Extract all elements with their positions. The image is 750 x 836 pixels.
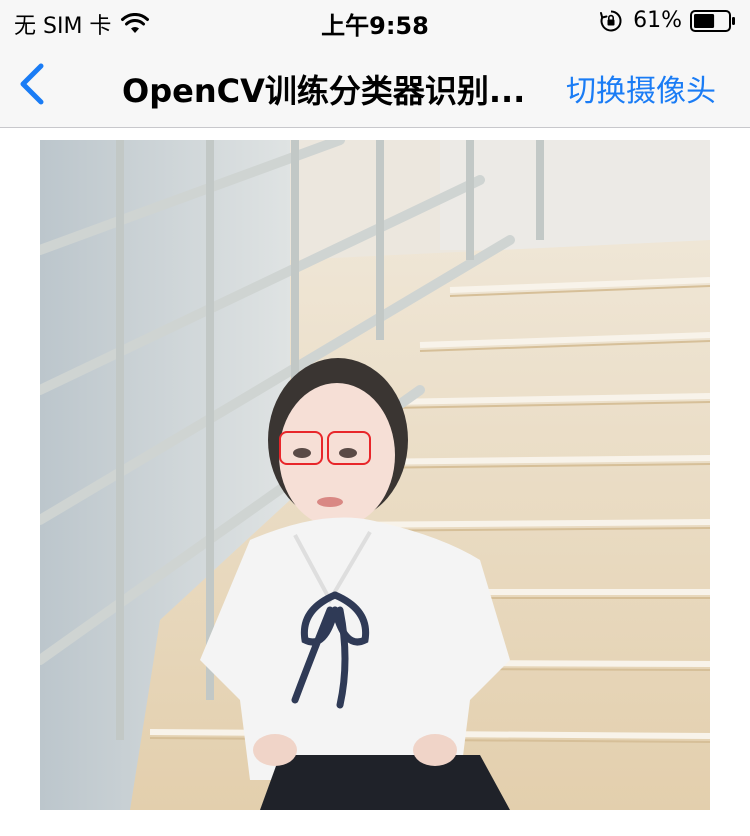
status-bar: 无 SIM 卡 上午9:58 61% [0, 0, 750, 40]
page-title: OpenCV训练分类器识别... [122, 72, 526, 110]
battery-icon [690, 9, 736, 32]
status-right: 61% [599, 8, 736, 33]
detection-image [40, 140, 710, 810]
battery-percent: 61% [633, 8, 682, 33]
orientation-lock-icon [599, 9, 623, 33]
back-button[interactable] [10, 60, 54, 108]
photo-illustration [40, 140, 710, 810]
switch-camera-button[interactable]: 切换摄像头 [566, 66, 716, 110]
navigation-bar: OpenCV训练分类器识别... 切换摄像头 [0, 40, 750, 128]
chevron-left-icon [20, 63, 44, 105]
